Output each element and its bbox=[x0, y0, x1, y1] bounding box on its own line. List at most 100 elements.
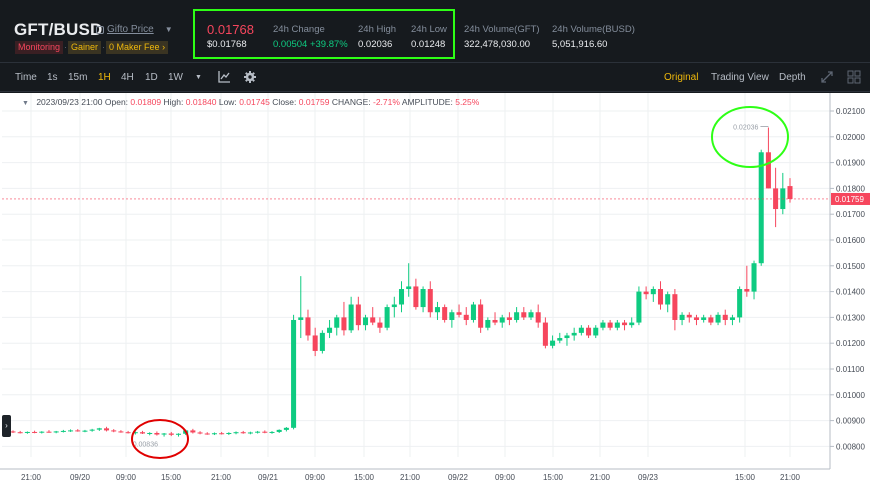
candle-body bbox=[636, 291, 642, 323]
candle-body bbox=[463, 314, 469, 320]
coin-info[interactable]: Gifto Price ▼ bbox=[96, 24, 173, 35]
candle-body bbox=[521, 312, 527, 318]
ohlc-date: 2023/09/23 21:00 bbox=[36, 97, 103, 107]
x-tick-label: 15:00 bbox=[735, 473, 756, 482]
view-depth[interactable]: Depth bbox=[779, 72, 806, 83]
interval-4h[interactable]: 4H bbox=[121, 72, 134, 83]
y-tick-label: 0.00800 bbox=[836, 442, 865, 451]
gainer-tag[interactable]: Gainer bbox=[68, 41, 102, 54]
y-tick-label: 0.01100 bbox=[836, 365, 865, 374]
candle-body bbox=[139, 432, 146, 434]
candle-body bbox=[650, 289, 656, 295]
high-value: 0.02036 bbox=[358, 39, 393, 50]
candle-body bbox=[722, 314, 728, 320]
x-tick-label: 09:00 bbox=[116, 473, 137, 482]
candle-body bbox=[729, 317, 735, 320]
candle-body bbox=[363, 317, 369, 326]
chart-toolbar: Time 1s 15m 1H 4H 1D 1W ▼ Original Tradi… bbox=[0, 64, 870, 92]
candle-body bbox=[10, 431, 16, 433]
low-value: 0.01248 bbox=[411, 39, 446, 50]
candle-body bbox=[276, 429, 282, 432]
change-value: 0.00504 +39.87% bbox=[273, 39, 348, 50]
volume-busd-label: 24h Volume(BUSD) bbox=[552, 24, 635, 35]
change-label: 24h Change bbox=[273, 24, 325, 35]
candle-body bbox=[226, 432, 232, 434]
x-tick-label: 21:00 bbox=[211, 473, 232, 482]
volume-gft-value: 322,478,030.00 bbox=[464, 39, 531, 50]
ohlc-close: 0.01759 bbox=[298, 97, 330, 107]
interval-1h[interactable]: 1H bbox=[98, 72, 111, 83]
interval-1d[interactable]: 1D bbox=[145, 72, 158, 83]
ohlc-amplitude: 5.25% bbox=[455, 97, 480, 107]
y-tick-label: 0.01500 bbox=[836, 262, 865, 271]
candle-body bbox=[629, 322, 635, 326]
candle-body bbox=[564, 335, 570, 339]
x-tick-label: 21:00 bbox=[21, 473, 42, 482]
candle-body bbox=[622, 322, 628, 326]
indicators-icon[interactable] bbox=[217, 70, 231, 84]
candle-body bbox=[298, 317, 304, 320]
view-trading-view[interactable]: Trading View bbox=[711, 72, 769, 83]
side-panel-toggle-icon[interactable]: › bbox=[2, 415, 11, 437]
candle-body bbox=[305, 317, 311, 336]
candle-body bbox=[96, 428, 102, 430]
candle-body bbox=[406, 286, 412, 290]
candle-body bbox=[744, 289, 750, 292]
info-icon bbox=[96, 25, 104, 34]
candle-body bbox=[492, 319, 498, 323]
low-marker-label: 0.00836 bbox=[133, 442, 158, 449]
y-tick-label: 0.01200 bbox=[836, 339, 865, 348]
candle-body bbox=[398, 289, 405, 305]
candle-body bbox=[334, 317, 340, 328]
chart-canvas[interactable]: 0.02100 0.02000 0.01900 0.01800 0.01700 0.016… bbox=[0, 93, 870, 483]
expand-icon[interactable] bbox=[820, 70, 834, 84]
candle-body bbox=[665, 294, 671, 305]
candle-body bbox=[571, 332, 577, 336]
candle-body bbox=[53, 431, 59, 433]
x-tick-label: 21:00 bbox=[780, 473, 801, 482]
settings-gear-icon[interactable] bbox=[243, 70, 257, 84]
view-original[interactable]: Original bbox=[664, 72, 698, 83]
ohlc-readout: ▼ 2023/09/23 21:00 Open: 0.01809 High: 0… bbox=[22, 97, 479, 107]
ticker-header: GFT/BUSD Gifto Price ▼ Monitoring · Gain… bbox=[0, 0, 870, 63]
candle-body bbox=[708, 317, 714, 323]
candle-body bbox=[219, 433, 225, 435]
candle-body bbox=[168, 433, 174, 435]
x-tick-label: 09/23 bbox=[638, 473, 659, 482]
coin-name-link[interactable]: Gifto Price bbox=[107, 24, 154, 35]
candle-body bbox=[657, 289, 664, 305]
candle-body bbox=[506, 317, 512, 320]
chevron-down-icon[interactable]: ▼ bbox=[165, 25, 173, 34]
candle-body bbox=[420, 289, 426, 308]
ohlc-amplitude-label: AMPLITUDE: bbox=[401, 97, 453, 107]
ohlc-open-label: Open: bbox=[104, 97, 129, 107]
candle-body bbox=[514, 312, 520, 320]
grid-layout-icon[interactable] bbox=[847, 70, 861, 84]
interval-time[interactable]: Time bbox=[15, 72, 37, 83]
candle-body bbox=[377, 322, 383, 328]
candle-body bbox=[355, 304, 361, 326]
candle-body bbox=[82, 430, 88, 432]
monitoring-tag[interactable]: Monitoring bbox=[15, 41, 64, 54]
interval-1w[interactable]: 1W bbox=[168, 72, 183, 83]
interval-1s[interactable]: 1s bbox=[47, 72, 58, 83]
more-intervals-icon[interactable]: ▼ bbox=[195, 74, 202, 81]
candle-body bbox=[255, 431, 261, 433]
candle-body bbox=[751, 263, 757, 292]
y-tick-label: 0.02100 bbox=[836, 107, 865, 116]
candle-body bbox=[550, 340, 556, 346]
collapse-caret-icon[interactable]: ▼ bbox=[22, 100, 29, 107]
candle-body bbox=[104, 428, 110, 431]
x-tick-label: 15:00 bbox=[543, 473, 564, 482]
candle-body bbox=[39, 431, 45, 433]
candle-body bbox=[60, 430, 66, 432]
candlestick-chart[interactable]: 0.02100 0.02000 0.01900 0.01800 0.01700 0.016… bbox=[0, 93, 870, 483]
candle-body bbox=[197, 432, 203, 434]
volume-busd-value: 5,051,916.60 bbox=[552, 39, 608, 50]
candle-body bbox=[154, 432, 160, 435]
candle-body bbox=[341, 317, 347, 331]
interval-15m[interactable]: 15m bbox=[68, 72, 87, 83]
candle-body bbox=[384, 307, 390, 328]
maker-fee-tag[interactable]: 0 Maker Fee › bbox=[106, 41, 169, 54]
candle-body bbox=[204, 433, 210, 435]
